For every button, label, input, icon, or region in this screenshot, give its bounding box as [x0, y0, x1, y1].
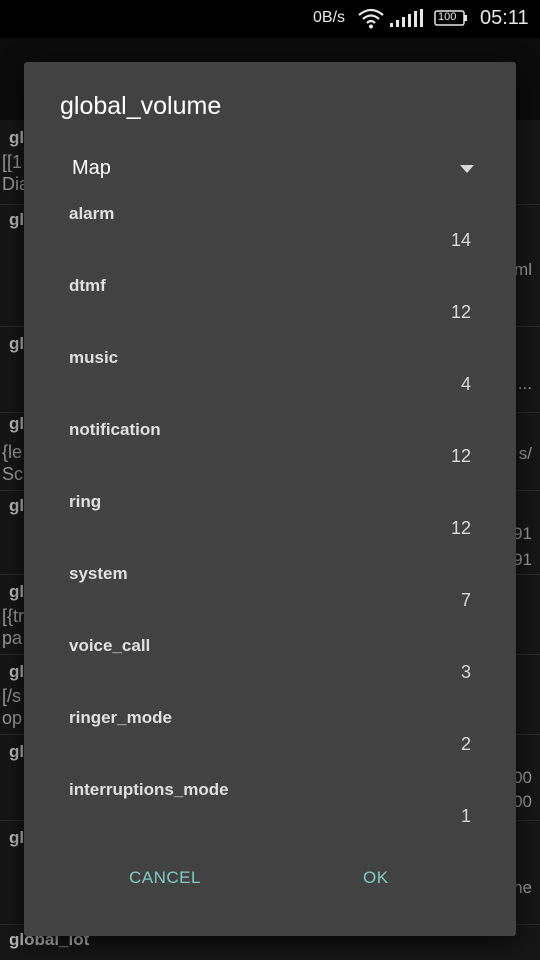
- signal-icon: [390, 9, 423, 27]
- background-text: gl: [9, 582, 25, 601]
- map-entry-key: dtmf: [69, 276, 106, 295]
- map-entry[interactable]: system 7: [24, 558, 516, 630]
- ok-button[interactable]: OK: [363, 868, 389, 888]
- map-entry-value: 2: [460, 734, 471, 754]
- wifi-icon: [358, 8, 384, 29]
- map-entry-key: voice_call: [69, 636, 151, 655]
- map-entry-value: 1: [460, 806, 471, 826]
- map-entry-value: 4: [460, 374, 471, 394]
- cancel-button[interactable]: CANCEL: [129, 868, 201, 888]
- background-text: s/: [518, 444, 532, 463]
- map-entry-value: 12: [450, 302, 471, 322]
- background-text: gl: [9, 828, 25, 847]
- map-entry-key: system: [69, 564, 128, 583]
- background-text: gl: [9, 662, 25, 681]
- background-text: [/s: [2, 686, 22, 706]
- background-text: gl: [9, 496, 25, 515]
- map-entry-value: 14: [450, 230, 471, 250]
- background-text: gl: [9, 742, 25, 761]
- map-entry[interactable]: dtmf 12: [24, 270, 516, 342]
- background-text: gl: [9, 210, 25, 229]
- map-entry-key: interruptions_mode: [69, 780, 229, 799]
- map-entry-value: 3: [460, 662, 471, 682]
- map-entry-key: alarm: [69, 204, 115, 223]
- map-entry[interactable]: music 4: [24, 342, 516, 414]
- map-entry[interactable]: voice_call 3: [24, 630, 516, 702]
- map-entry-value: 12: [450, 518, 471, 538]
- background-text: [{tr: [2, 606, 25, 626]
- map-editor-dialog: global_volume Map alarm 14 dtmf 12 music…: [24, 62, 516, 936]
- background-text: op: [2, 708, 23, 728]
- background-text: Sc: [2, 464, 24, 484]
- net-speed: 0B/s: [313, 9, 346, 26]
- map-entry[interactable]: alarm 14: [24, 198, 516, 270]
- background-text: [[1: [2, 152, 23, 172]
- dialog-title: global_volume: [60, 92, 222, 120]
- map-entry[interactable]: interruptions_mode 1: [24, 774, 516, 846]
- map-entry-key: notification: [69, 420, 161, 439]
- clock: 05:11: [480, 7, 529, 29]
- dropdown-arrow-icon: [460, 165, 474, 173]
- battery-level: 100: [438, 11, 457, 23]
- background-text: ...: [517, 374, 532, 393]
- map-entry[interactable]: ringer_mode 2: [24, 702, 516, 774]
- map-entry[interactable]: notification 12: [24, 414, 516, 486]
- map-entry-key: ring: [69, 492, 102, 511]
- background-text: gl: [9, 414, 25, 433]
- background-text: gl: [9, 334, 25, 353]
- background-text: ml: [514, 260, 532, 279]
- map-entry[interactable]: ring 12: [24, 486, 516, 558]
- background-text: pa: [2, 628, 23, 648]
- map-entry-value: 7: [460, 590, 471, 610]
- map-entry-list: alarm 14 dtmf 12 music 4 notification 12…: [24, 198, 516, 846]
- type-spinner[interactable]: Map: [54, 152, 486, 192]
- status-bar: 0B/s 100 05:11: [0, 0, 540, 38]
- map-entry-value: 12: [450, 446, 471, 466]
- map-entry-key: music: [69, 348, 119, 367]
- spinner-selected-value: Map: [72, 157, 111, 179]
- map-entry-key: ringer_mode: [69, 708, 172, 727]
- background-text: {le: [2, 442, 23, 462]
